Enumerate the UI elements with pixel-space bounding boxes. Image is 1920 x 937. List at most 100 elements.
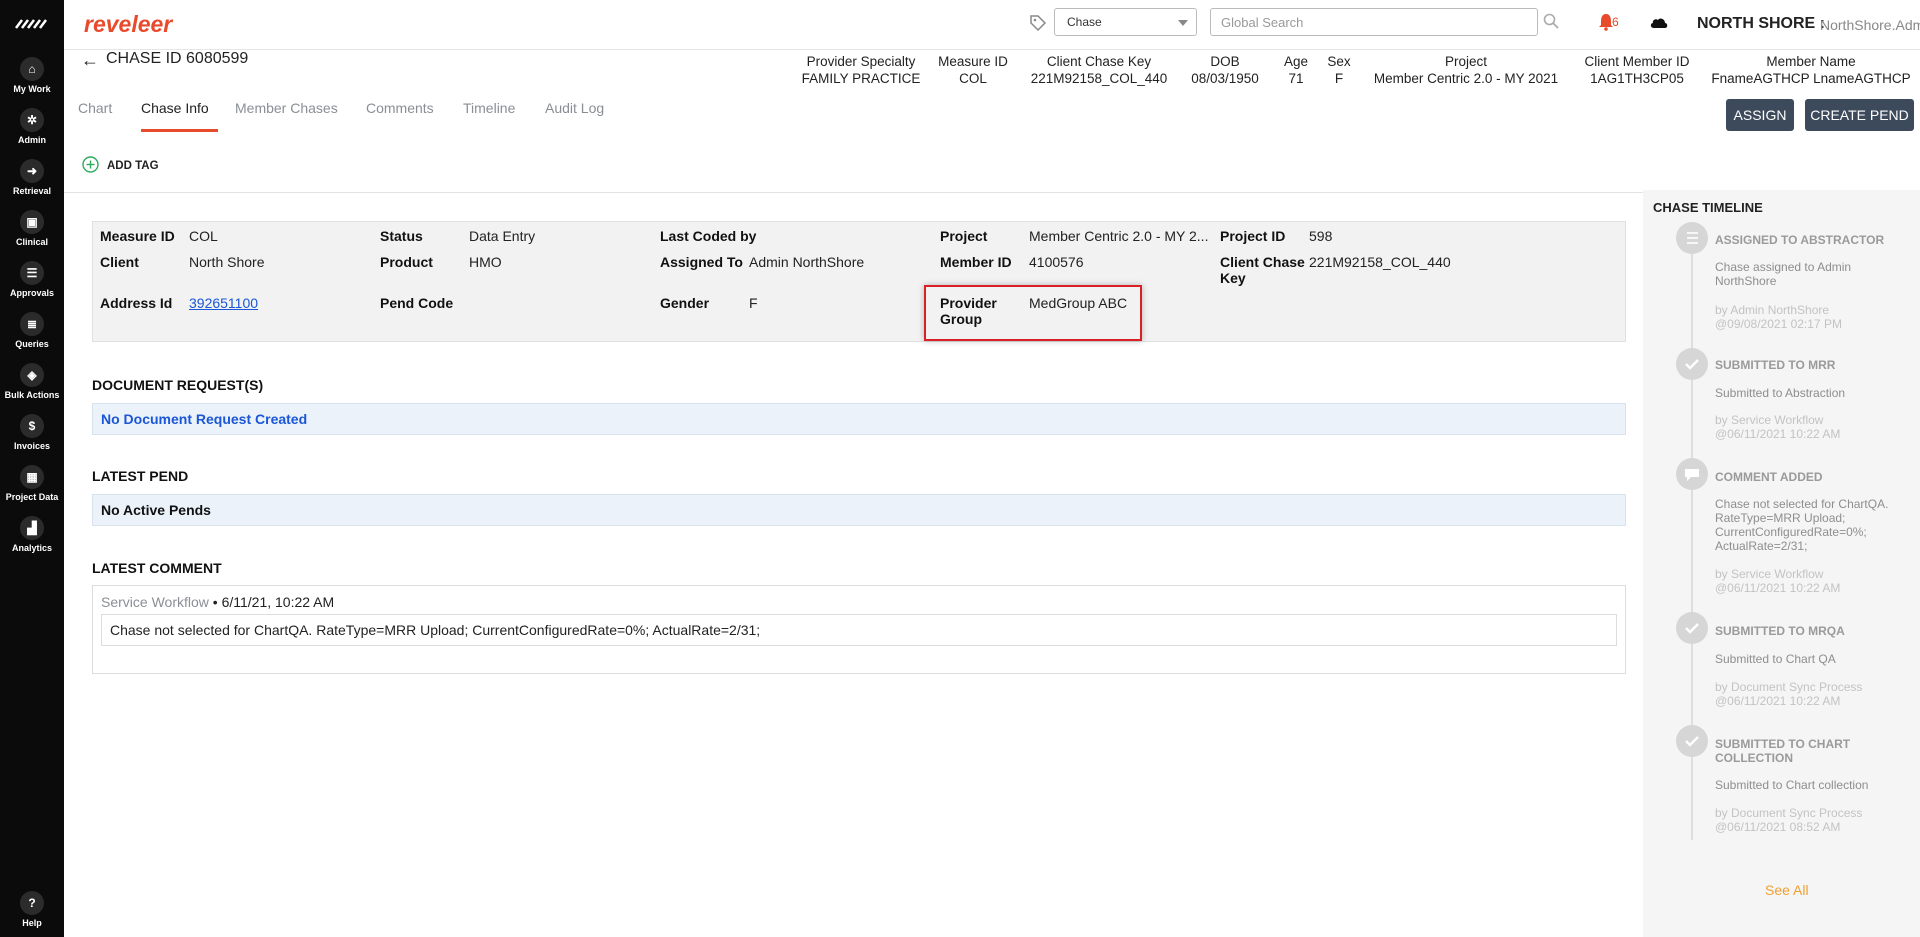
clipboard-icon: ▣: [20, 210, 44, 234]
info-label-client-chase-key: Client Chase Key: [1220, 254, 1305, 286]
tab-audit-log[interactable]: Audit Log: [545, 100, 604, 116]
timeline-event-icon: [1676, 348, 1708, 380]
timeline-event-head: SUBMITTED TO MRQA: [1715, 624, 1845, 638]
comment-author: Service Workflow: [101, 594, 209, 610]
comment-timestamp: • 6/11/21, 10:22 AM: [208, 594, 335, 610]
header-field-client-chase-key: Client Chase Key 221M92158_COL_440: [1029, 53, 1169, 87]
label-line: Client Chase: [1220, 254, 1305, 270]
info-value-project-id: 598: [1309, 228, 1333, 244]
sidebar-item-label: Project Data: [5, 492, 59, 502]
header-field-label: DOB: [1210, 54, 1240, 69]
timeline-event-desc: Chase not selected for ChartQA. RateType…: [1715, 497, 1889, 553]
timeline-event-head: SUBMITTED TO CHART COLLECTION: [1715, 737, 1851, 765]
info-label-pend-code: Pend Code: [380, 295, 454, 311]
sidebar-item-help[interactable]: ? Help: [0, 891, 64, 928]
sidebar-item-invoices[interactable]: $ Invoices: [0, 414, 64, 451]
arrow-in-icon: ➜: [20, 159, 44, 183]
header-field-label: Provider Specialty: [806, 54, 916, 69]
header-field-value: 71: [1288, 71, 1304, 86]
create-pend-button[interactable]: CREATE PEND: [1805, 99, 1914, 131]
info-value-gender: F: [749, 295, 758, 311]
sidebar-item-retrieval[interactable]: ➜ Retrieval: [0, 159, 64, 196]
back-arrow-icon[interactable]: ←: [81, 50, 99, 71]
chase-timeline-panel: CHASE TIMELINE ASSIGNED TO ABSTRACTOR Ch…: [1643, 190, 1920, 937]
document-requests-empty: No Document Request Created: [92, 403, 1626, 435]
user-name[interactable]: NorthShore.Admin: [1820, 17, 1920, 33]
info-value-member-id: 4100576: [1029, 254, 1084, 270]
info-value-assigned-to: Admin NorthShore: [749, 254, 865, 270]
assign-button[interactable]: ASSIGN: [1726, 99, 1794, 131]
header-field-age: Age 71: [1278, 53, 1314, 87]
timeline-event-desc: Submitted to Chart QA: [1715, 652, 1836, 666]
header-field-value: COL: [959, 71, 987, 86]
app-logo-icon[interactable]: [14, 14, 50, 34]
info-label-assigned-to: Assigned To: [660, 254, 743, 270]
header-field-label: Sex: [1327, 54, 1351, 69]
cloud-icon[interactable]: [1649, 15, 1669, 29]
check-icon: [1685, 359, 1699, 370]
timeline-event-at: @06/11/2021 10:22 AM: [1715, 694, 1841, 708]
sidebar-item-bulk-actions[interactable]: ◈ Bulk Actions: [0, 363, 64, 400]
info-label-last-coded-by: Last Coded by: [660, 228, 757, 244]
help-icon: ?: [20, 891, 44, 915]
info-label-project: Project: [940, 228, 988, 244]
timeline-event-at: @09/08/2021 02:17 PM: [1715, 317, 1842, 331]
provider-group-highlight-box: [924, 285, 1142, 341]
header-field-value: F: [1334, 71, 1344, 86]
top-bar: reveleer Chase 6 NORTH SHORE : NorthShor…: [64, 0, 1920, 50]
tab-member-chases[interactable]: Member Chases: [235, 100, 338, 116]
timeline-event-by: by Document Sync Process: [1715, 680, 1863, 694]
header-field-label: Client Chase Key: [1046, 54, 1152, 69]
list-icon: [1687, 232, 1698, 244]
header-field-value: FAMILY PRACTICE: [801, 71, 921, 86]
chase-type-select[interactable]: Chase: [1054, 8, 1197, 36]
sidebar-item-analytics[interactable]: ▟ Analytics: [0, 516, 64, 553]
timeline-event-at: @06/11/2021 08:52 AM: [1715, 820, 1841, 834]
sidebar-item-clinical[interactable]: ▣ Clinical: [0, 210, 64, 247]
address-id-link[interactable]: 392651100: [189, 295, 258, 311]
header-field-label: Age: [1283, 54, 1309, 69]
timeline-event-icon: [1676, 222, 1708, 254]
search-icon[interactable]: [1543, 13, 1559, 29]
info-label-product: Product: [380, 254, 433, 270]
timeline-event-head: SUBMITTED TO MRR: [1715, 358, 1836, 372]
sidebar-item-label: Queries: [15, 339, 49, 349]
add-tag-button[interactable]: ADD TAG: [107, 160, 159, 172]
tag-icon[interactable]: [1029, 14, 1047, 32]
timeline-title: CHASE TIMELINE: [1653, 200, 1763, 215]
global-search-input[interactable]: [1210, 8, 1538, 36]
info-label-address-id: Address Id: [100, 295, 173, 311]
timeline-event-icon: [1676, 612, 1708, 644]
tab-timeline[interactable]: Timeline: [463, 100, 515, 116]
check-icon: [1685, 736, 1699, 747]
queries-icon: ≣: [20, 312, 44, 336]
header-field-value: Member Centric 2.0 - MY 2021: [1373, 71, 1559, 86]
sidebar-item-admin[interactable]: ✲ Admin: [0, 108, 64, 145]
sidebar-item-project-data[interactable]: ▦ Project Data: [0, 465, 64, 502]
header-field-value: FnameAGTHCP LnameAGTHCP: [1711, 71, 1911, 86]
notification-count[interactable]: 6: [1612, 15, 1619, 29]
info-value-product: HMO: [469, 254, 502, 270]
see-all-link[interactable]: See All: [1765, 882, 1809, 898]
timeline-event-by: by Document Sync Process: [1715, 806, 1863, 820]
chase-type-select-value: Chase: [1067, 15, 1102, 29]
timeline-event-by: by Admin NorthShore: [1715, 303, 1830, 317]
active-tab-underline: [141, 129, 218, 132]
latest-pend-title: LATEST PEND: [92, 468, 189, 484]
sidebar-item-queries[interactable]: ≣ Queries: [0, 312, 64, 349]
tab-chase-info[interactable]: Chase Info: [141, 100, 209, 116]
tab-chart[interactable]: Chart: [78, 100, 112, 116]
header-field-value: 1AG1TH3CP05: [1590, 71, 1684, 86]
timeline-event-icon: [1676, 458, 1708, 490]
info-label-gender: Gender: [660, 295, 710, 311]
sidebar-item-approvals[interactable]: ☰ Approvals: [0, 261, 64, 298]
tab-comments[interactable]: Comments: [366, 100, 434, 116]
chart-icon: ▟: [20, 516, 44, 540]
info-value-status: Data Entry: [469, 228, 536, 244]
latest-pend-empty: No Active Pends: [92, 494, 1626, 526]
brand-logo[interactable]: reveleer: [84, 11, 172, 38]
sidebar-item-my-work[interactable]: ⌂ My Work: [0, 57, 64, 94]
add-circle-icon[interactable]: [82, 156, 99, 173]
timeline-event-at: @06/11/2021 10:22 AM: [1715, 581, 1841, 595]
label-line: Key: [1220, 270, 1246, 286]
